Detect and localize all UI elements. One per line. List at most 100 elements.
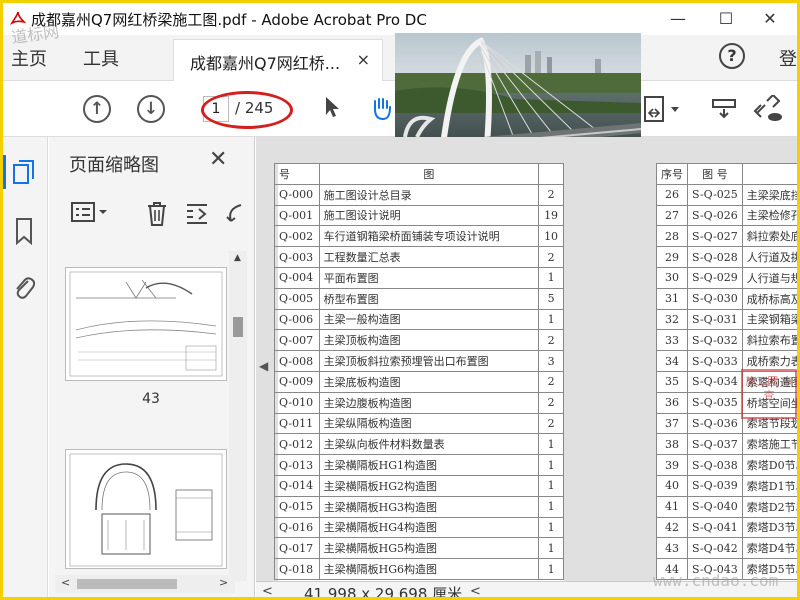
menu-tools[interactable]: 工具 bbox=[83, 45, 119, 71]
cell-name: 施工图设计总目录 bbox=[318, 183, 540, 206]
document-view[interactable]: 号 图 Q-000 施工图设计总目录 2 Q-001 施工图设计说明 19 Q-002 车行道… bbox=[256, 137, 797, 583]
scroll-right-icon[interactable]: > bbox=[219, 576, 228, 589]
cell-name: 成桥标高及预 bbox=[741, 287, 797, 310]
cell-no: 37 bbox=[656, 412, 688, 435]
cell-name: 主梁检修孔构 bbox=[741, 204, 797, 227]
cell-pages: 1 bbox=[538, 474, 564, 497]
cell-code: S-Q-032 bbox=[687, 329, 743, 352]
header-code-right: 图 号 bbox=[687, 163, 743, 185]
cell-name: 主梁边腹板构造图 bbox=[318, 391, 540, 414]
help-icon[interactable]: ? bbox=[719, 43, 745, 69]
delete-page-icon[interactable] bbox=[145, 201, 169, 232]
cell-name: 主梁横隔板HG6构造图 bbox=[318, 558, 540, 580]
prev-page-icon[interactable]: ↑ bbox=[83, 95, 111, 123]
table-row: 38S-Q-037索塔施工节段 bbox=[656, 433, 797, 456]
cell-name: 斜拉索布置图 bbox=[741, 329, 797, 352]
cell-no: 26 bbox=[656, 183, 688, 206]
rotate-page-icon[interactable] bbox=[225, 201, 243, 232]
cell-pages: 1 bbox=[538, 537, 564, 560]
document-tab[interactable]: 成都嘉州Q7网红桥... × bbox=[173, 39, 383, 81]
cell-code: S-Q-033 bbox=[687, 350, 743, 372]
cell-code: S-Q-038 bbox=[687, 454, 743, 476]
cell-name: 施工图设计说明 bbox=[318, 204, 540, 227]
cell-code: S-Q-029 bbox=[687, 266, 743, 289]
attachment-icon[interactable] bbox=[11, 273, 37, 303]
cell-pages: 1 bbox=[538, 495, 564, 518]
panel-close-button[interactable]: ✕ bbox=[209, 147, 227, 172]
cell-name: 人行道及挑梁 bbox=[741, 246, 797, 268]
left-navigation-rail bbox=[3, 137, 48, 597]
header-seq: 序号 bbox=[656, 163, 688, 185]
minimize-button[interactable]: — bbox=[655, 3, 701, 33]
thumbnail-horizontal-scrollbar[interactable]: < > bbox=[55, 575, 235, 593]
page-thumbnail-43[interactable] bbox=[65, 267, 227, 381]
cell-code: Q-017 bbox=[274, 537, 320, 560]
status-scroll-left-icon[interactable]: < bbox=[470, 584, 481, 597]
table-row: Q-000 施工图设计总目录 2 bbox=[274, 183, 564, 206]
cell-code: S-Q-042 bbox=[687, 537, 743, 560]
share-link-icon[interactable] bbox=[751, 93, 783, 129]
cell-name: 主梁横隔板HG2构造图 bbox=[318, 474, 540, 497]
table-row: 26S-Q-025主梁梁底挡块 bbox=[656, 183, 797, 206]
scan-icon[interactable] bbox=[643, 95, 683, 131]
cell-pages: 3 bbox=[538, 350, 564, 372]
page-thumbnails-panel: 页面缩略图 ✕ 43 ▲ < > bbox=[49, 137, 255, 597]
cell-code: S-Q-036 bbox=[687, 412, 743, 435]
close-window-button[interactable]: ✕ bbox=[747, 3, 793, 33]
cell-name: 工程数量汇总表 bbox=[318, 246, 540, 268]
redact-icon[interactable] bbox=[711, 95, 737, 127]
cell-name: 主梁一般构造图 bbox=[318, 308, 540, 331]
watermark-bottom-right: www.cndao.com bbox=[653, 571, 779, 590]
cell-code: Q-008 bbox=[274, 350, 320, 372]
table-row: 41S-Q-040索塔D2节段构 bbox=[656, 495, 797, 518]
cell-name: 主梁横隔板HG5构造图 bbox=[318, 537, 540, 560]
maximize-button[interactable]: ☐ bbox=[703, 3, 749, 33]
thumbnail-options-icon[interactable] bbox=[71, 201, 111, 228]
scroll-left-icon[interactable]: < bbox=[61, 576, 70, 589]
cell-no: 41 bbox=[656, 495, 688, 518]
status-left-arrow-icon[interactable]: < bbox=[262, 584, 273, 597]
table-row: 39S-Q-038索塔D0节段构 bbox=[656, 454, 797, 476]
cell-code: Q-015 bbox=[274, 495, 320, 518]
thumbnail-page-number: 43 bbox=[142, 391, 160, 407]
table-row: Q-005 桥型布置图 5 bbox=[274, 287, 564, 310]
document-tab-close-button[interactable]: × bbox=[357, 50, 370, 69]
cell-pages: 10 bbox=[538, 225, 564, 248]
document-page-left: 号 图 Q-000 施工图设计总目录 2 Q-001 施工图设计说明 19 Q-002 车行道… bbox=[274, 163, 564, 583]
red-annotation-ellipse bbox=[201, 91, 293, 129]
menu-home[interactable]: 主页 bbox=[11, 45, 47, 71]
cell-pages: 2 bbox=[538, 246, 564, 268]
table-row: Q-004 平面布置图 1 bbox=[274, 266, 564, 289]
hand-tool-icon[interactable] bbox=[369, 95, 395, 127]
vertical-scroll-thumb[interactable] bbox=[233, 317, 243, 337]
cell-code: Q-016 bbox=[274, 516, 320, 539]
horizontal-scroll-thumb[interactable] bbox=[77, 579, 177, 589]
cell-name: 车行道钢箱梁桥面铺装专项设计说明 bbox=[318, 225, 540, 248]
cell-name: 主梁钢箱梁 bbox=[741, 308, 797, 331]
table-row: Q-014 主梁横隔板HG2构造图 1 bbox=[274, 474, 564, 497]
select-arrow-icon[interactable] bbox=[323, 95, 341, 125]
page-thumbnails-icon[interactable] bbox=[11, 159, 37, 189]
sign-in-link[interactable]: 登 bbox=[779, 45, 797, 71]
bookmark-icon[interactable] bbox=[11, 217, 37, 247]
scroll-up-icon[interactable]: ▲ bbox=[234, 253, 241, 263]
cell-name: 主梁顶板斜拉索预埋管出口布置图 bbox=[318, 350, 540, 372]
extract-page-icon[interactable] bbox=[185, 201, 211, 232]
cell-code: Q-013 bbox=[274, 454, 320, 476]
cell-no: 29 bbox=[656, 246, 688, 268]
table-row: Q-018 主梁横隔板HG6构造图 1 bbox=[274, 558, 564, 580]
cell-no: 42 bbox=[656, 516, 688, 539]
cell-code: S-Q-031 bbox=[687, 308, 743, 331]
panel-collapse-icon[interactable]: ◀ bbox=[259, 359, 268, 373]
cell-no: 38 bbox=[656, 433, 688, 456]
header-code: 号 bbox=[274, 163, 320, 185]
cell-pages: 1 bbox=[538, 433, 564, 456]
cell-code: S-Q-027 bbox=[687, 225, 743, 248]
next-page-icon[interactable]: ↓ bbox=[137, 95, 165, 123]
page-thumbnail-44[interactable] bbox=[65, 449, 227, 569]
table-row: Q-003 工程数量汇总表 2 bbox=[274, 246, 564, 268]
table-row: Q-008 主梁顶板斜拉索预埋管出口布置图 3 bbox=[274, 350, 564, 372]
cell-pages: 2 bbox=[538, 183, 564, 206]
thumbnail-vertical-scrollbar[interactable]: ▲ bbox=[229, 251, 247, 581]
cell-no: 32 bbox=[656, 308, 688, 331]
